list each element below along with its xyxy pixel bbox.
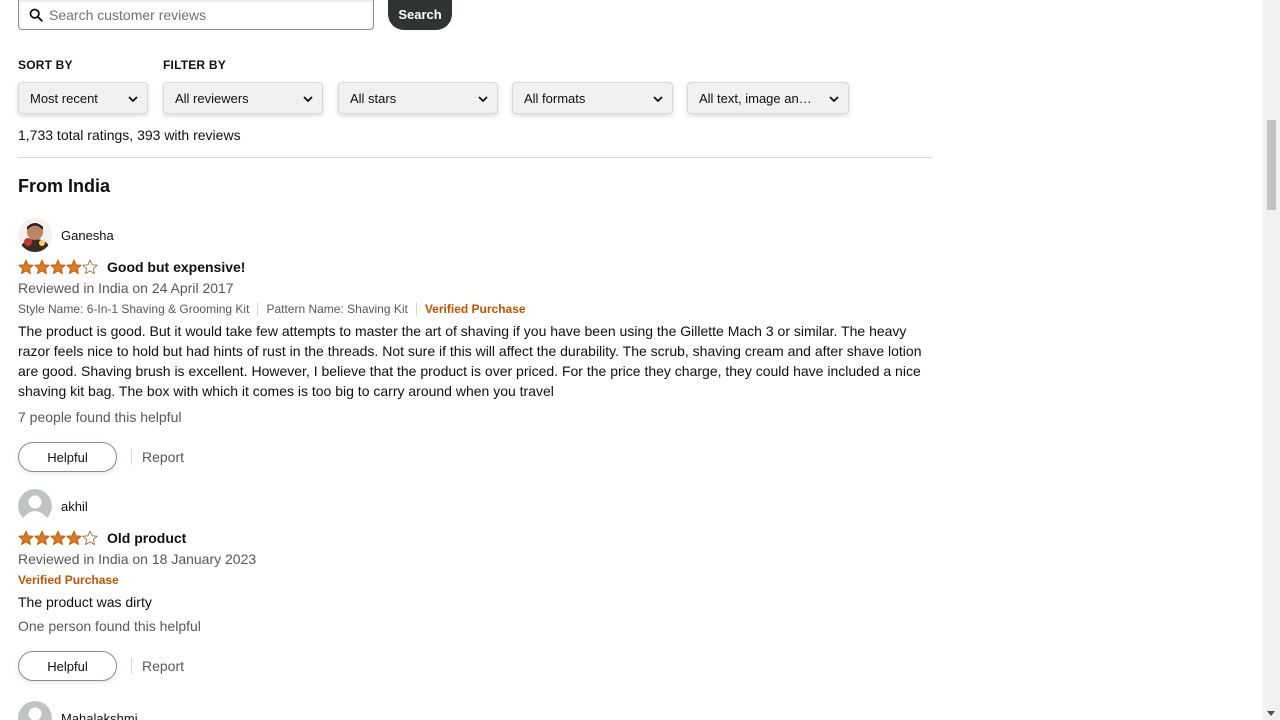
scroll-down-arrow-icon[interactable] — [1267, 711, 1275, 716]
action-separator — [131, 658, 132, 674]
review-title[interactable]: Old product — [107, 530, 186, 546]
review-item: Ganesha Good but expensive! Reviewed in … — [18, 218, 932, 472]
star-filled-icon — [18, 530, 34, 546]
helpful-button[interactable]: Helpful — [18, 651, 117, 681]
star-filled-icon — [66, 530, 82, 546]
reviewers-filter-dropdown[interactable]: All reviewers — [163, 82, 323, 114]
star-empty-icon — [82, 259, 98, 275]
search-icon — [29, 8, 43, 22]
style-name[interactable]: Style Name: 6-In-1 Shaving & Grooming Ki… — [18, 302, 249, 316]
search-button[interactable]: Search — [388, 0, 452, 30]
chevron-down-icon — [303, 96, 313, 103]
verified-purchase-badge: Verified Purchase — [424, 302, 526, 316]
meta-separator — [257, 302, 259, 316]
review-item: Mahalakshmi — [18, 701, 932, 720]
review-search-bar: Search — [18, 0, 452, 30]
review-date: Reviewed in India on 18 January 2023 — [18, 551, 257, 567]
scrollbar[interactable] — [1263, 0, 1280, 720]
chevron-down-icon — [829, 96, 839, 103]
formats-filter-value: All formats — [524, 90, 586, 106]
star-filled-icon — [66, 259, 82, 275]
chevron-down-icon — [653, 96, 663, 103]
action-separator — [131, 449, 132, 465]
reviewer-name[interactable]: akhil — [61, 499, 88, 514]
sort-by-label: SORT BY — [18, 58, 73, 72]
media-filter-value: All text, image an… — [699, 90, 812, 106]
reviewer-profile[interactable]: akhil — [18, 489, 932, 523]
reviewers-filter-value: All reviewers — [175, 90, 249, 106]
review-body: The product is good. But it would take f… — [18, 323, 922, 399]
avatar[interactable] — [18, 489, 52, 523]
star-filled-icon — [34, 530, 50, 546]
review-date: Reviewed in India on 24 April 2017 — [18, 280, 234, 296]
stars-filter-value: All stars — [350, 90, 397, 106]
review-item: akhil Old product Reviewed in India on 1… — [18, 489, 932, 681]
report-link[interactable]: Report — [142, 658, 184, 674]
star-empty-icon — [82, 530, 98, 546]
avatar[interactable] — [18, 701, 52, 720]
report-link[interactable]: Report — [142, 449, 184, 465]
media-filter-dropdown[interactable]: All text, image an… — [687, 82, 849, 114]
search-input[interactable] — [49, 6, 349, 23]
review-title[interactable]: Good but expensive! — [107, 259, 245, 275]
verified-purchase-badge: Verified Purchase — [18, 572, 119, 587]
stars-filter-dropdown[interactable]: All stars — [338, 82, 498, 114]
filter-by-label: FILTER BY — [163, 58, 226, 72]
reviews-section-heading: From India — [18, 176, 111, 196]
formats-filter-dropdown[interactable]: All formats — [512, 82, 673, 114]
sort-dropdown-value: Most recent — [30, 90, 98, 106]
chevron-down-icon — [478, 96, 488, 103]
divider — [18, 157, 932, 158]
review-body: The product was dirty — [18, 594, 152, 610]
search-box[interactable] — [18, 0, 374, 30]
helpful-count: One person found this helpful — [18, 618, 201, 634]
helpful-count: 7 people found this helpful — [18, 409, 182, 425]
chevron-down-icon — [128, 96, 138, 103]
star-rating[interactable] — [18, 530, 98, 546]
star-filled-icon — [18, 259, 34, 275]
star-filled-icon — [50, 530, 66, 546]
reviewer-profile[interactable]: Mahalakshmi — [18, 701, 932, 720]
reviewer-name[interactable]: Mahalakshmi — [61, 711, 138, 720]
ratings-total: 1,733 total ratings, 393 with reviews — [18, 127, 241, 143]
star-filled-icon — [50, 259, 66, 275]
meta-separator — [415, 302, 417, 316]
helpful-button[interactable]: Helpful — [18, 442, 117, 472]
sort-dropdown[interactable]: Most recent — [18, 82, 148, 114]
reviewer-profile[interactable]: Ganesha — [18, 218, 932, 252]
scrollbar-thumb[interactable] — [1267, 120, 1276, 210]
avatar[interactable] — [18, 218, 52, 252]
reviewer-name[interactable]: Ganesha — [61, 228, 114, 243]
pattern-name[interactable]: Pattern Name: Shaving Kit — [266, 302, 407, 316]
star-filled-icon — [34, 259, 50, 275]
star-rating[interactable] — [18, 259, 98, 275]
